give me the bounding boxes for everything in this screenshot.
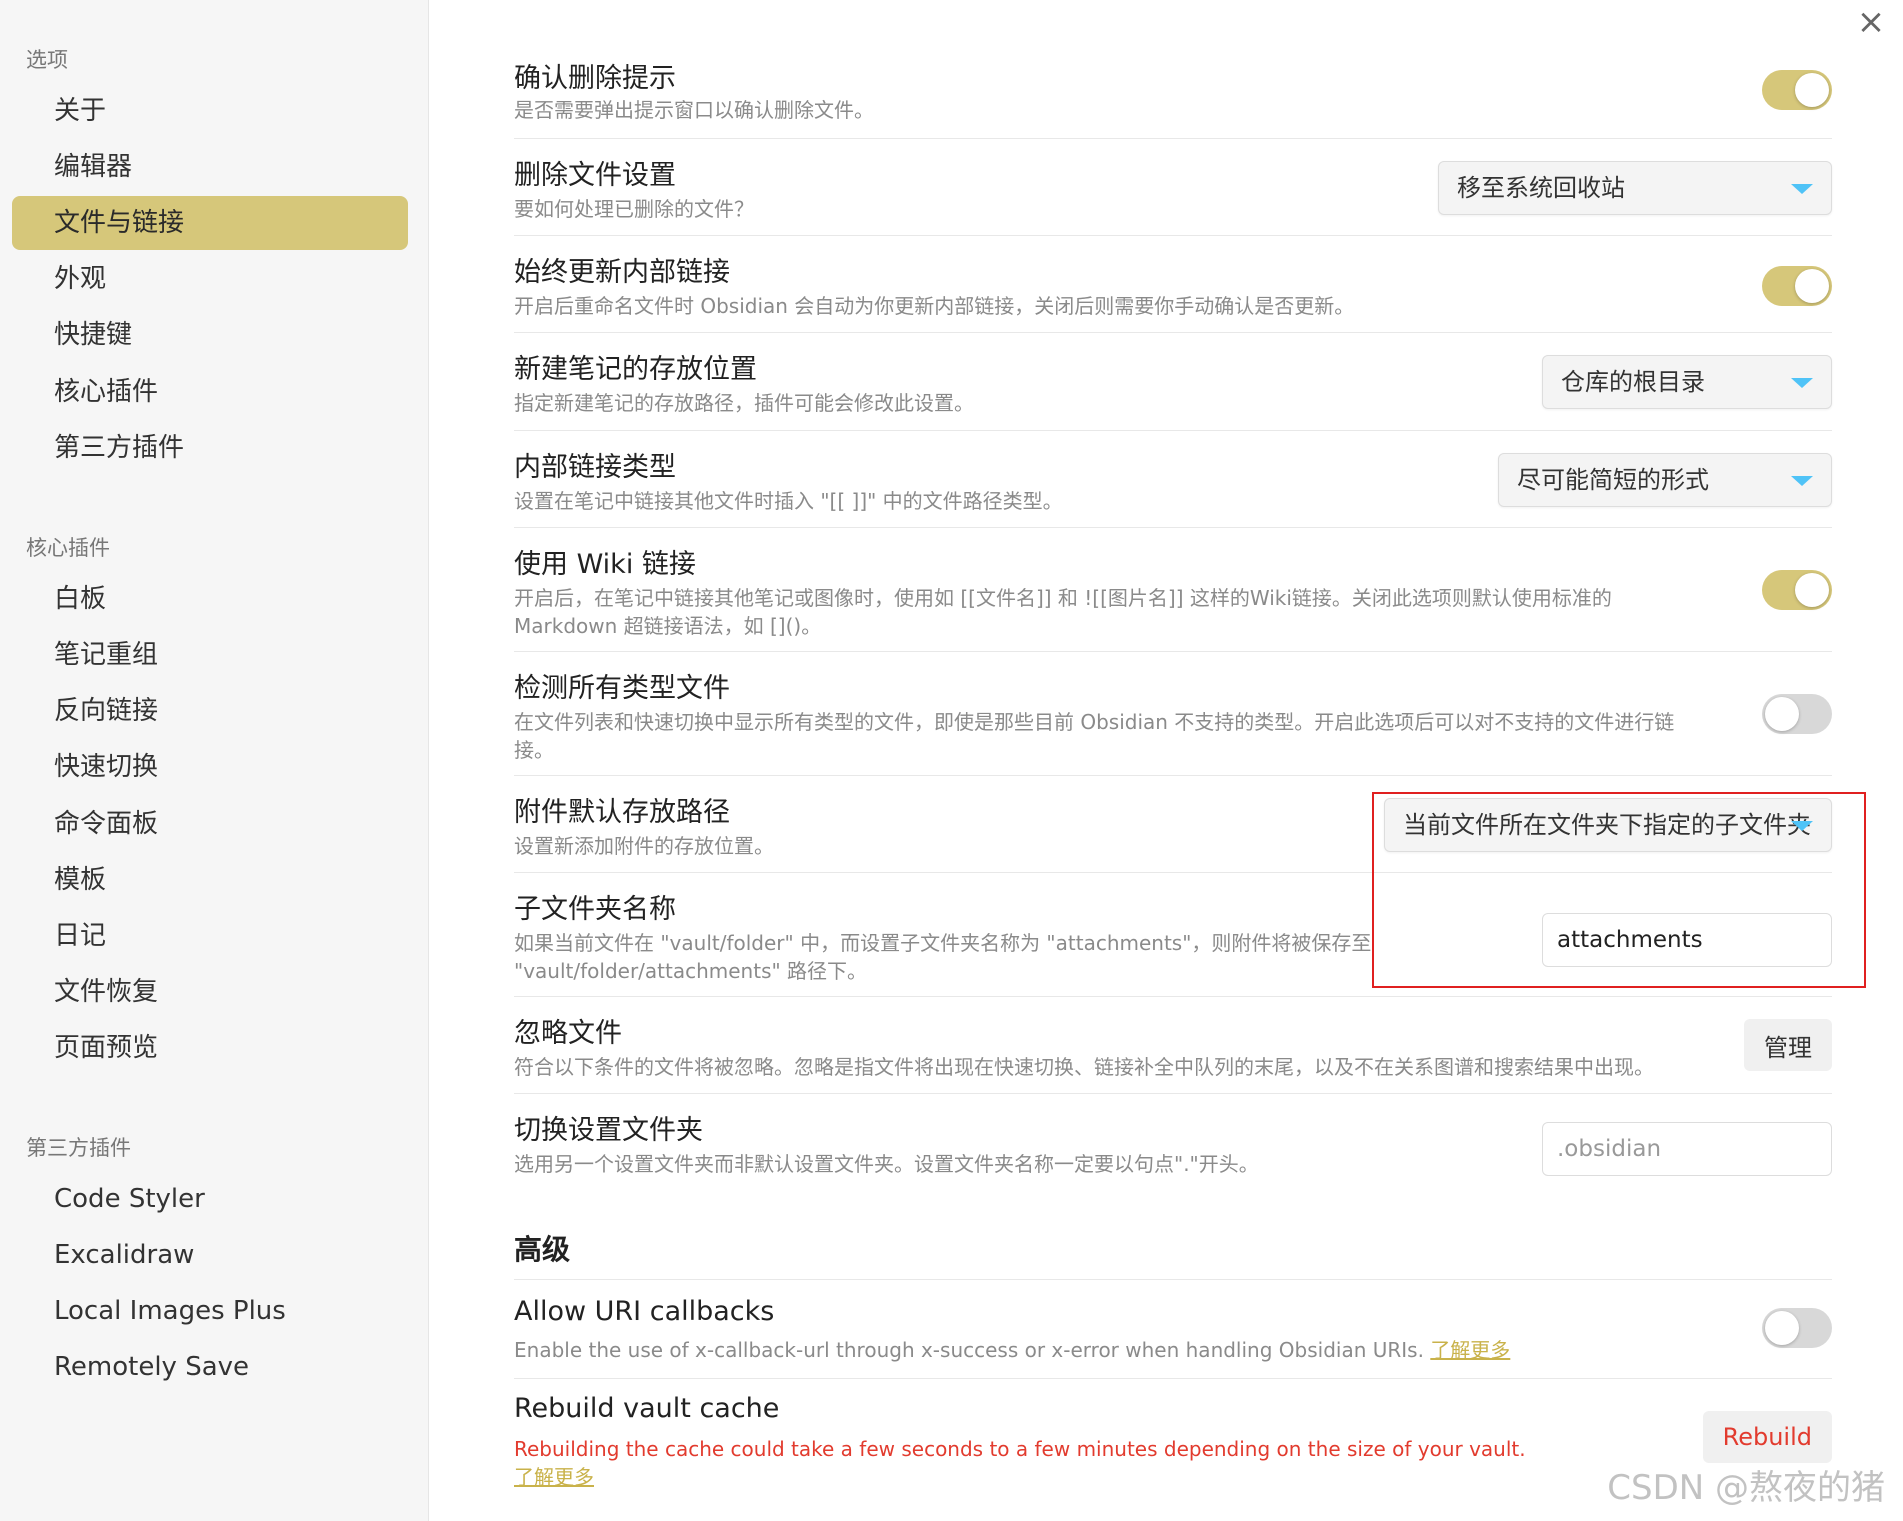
setting-ignore-files: 忽略文件 符合以下条件的文件将被忽略。忽略是指文件将出现在快速切换、链接补全中队… <box>514 997 1832 1094</box>
setting-description-text: Enable the use of x-callback-url through… <box>514 1338 1424 1362</box>
setting-subfolder-name: 子文件夹名称 如果当前文件在 "vault/folder" 中，而设置子文件夹名… <box>514 873 1832 997</box>
setting-title: 确认删除提示 <box>514 63 676 94</box>
sidebar-item-files-links[interactable]: 文件与链接 <box>12 196 408 250</box>
setting-description: Enable the use of x-callback-url through… <box>514 1336 1510 1364</box>
rebuild-cache-button[interactable]: Rebuild <box>1702 1411 1832 1463</box>
setting-description-link-line: 了解更多 <box>514 1463 594 1491</box>
setting-description: 设置新添加附件的存放位置。 <box>514 834 774 858</box>
setting-description-line1: 开启后，在笔记中链接其他笔记或图像时，使用如 [[文件名]] 和 ![[图片名]… <box>514 586 1612 610</box>
setting-description: 符合以下条件的文件将被忽略。忽略是指文件将出现在快速切换、链接补全中队列的末尾，… <box>514 1055 1654 1079</box>
sidebar-item-community-plugins[interactable]: 第三方插件 <box>12 421 408 475</box>
uri-callbacks-toggle[interactable] <box>1762 1308 1832 1348</box>
sidebar-item-quick-switcher[interactable]: 快速切换 <box>12 740 408 794</box>
sidebar-item-backlinks[interactable]: 反向链接 <box>12 684 408 738</box>
close-icon[interactable]: × <box>1851 2 1891 42</box>
setting-auto-update-links: 始终更新内部链接 开启后重命名文件时 Obsidian 会自动为你更新内部链接，… <box>514 236 1832 333</box>
sidebar-item-canvas[interactable]: 白板 <box>12 572 408 626</box>
confirm-delete-toggle[interactable] <box>1762 70 1832 110</box>
nav-group-title-community-plugins: 第三方插件 <box>26 1136 131 1160</box>
setting-wiki-links: 使用 Wiki 链接 开启后，在笔记中链接其他笔记或图像时，使用如 [[文件名]… <box>514 528 1832 652</box>
setting-title: Allow URI callbacks <box>514 1296 775 1327</box>
setting-description-line2: "vault/folder/attachments" 路径下。 <box>514 959 868 983</box>
setting-title: 内部链接类型 <box>514 452 676 483</box>
sidebar-item-daily-notes[interactable]: 日记 <box>12 909 408 963</box>
settings-content: × 确认删除提示 是否需要弹出提示窗口以确认删除文件。 删除文件设置 要如何处理… <box>430 0 1903 1521</box>
chevron-down-icon <box>1791 184 1813 194</box>
setting-description: 设置在笔记中链接其他文件时插入 "[[ ]]" 中的文件路径类型。 <box>514 489 1063 513</box>
settings-sidebar: 选项 关于 编辑器 文件与链接 外观 快捷键 核心插件 第三方插件 核心插件 白… <box>0 0 429 1521</box>
setting-warning-description: Rebuilding the cache could take a few se… <box>514 1437 1526 1461</box>
setting-title: 检测所有类型文件 <box>514 673 730 704</box>
setting-config-folder: 切换设置文件夹 选用另一个设置文件夹而非默认设置文件夹。设置文件夹名称一定要以句… <box>514 1094 1832 1191</box>
sidebar-item-about[interactable]: 关于 <box>12 84 408 138</box>
setting-title: 切换设置文件夹 <box>514 1115 703 1146</box>
new-note-location-dropdown[interactable]: 仓库的根目录 <box>1542 355 1832 409</box>
sidebar-item-code-styler[interactable]: Code Styler <box>12 1172 408 1226</box>
setting-title: 使用 Wiki 链接 <box>514 549 696 580</box>
setting-title: 附件默认存放路径 <box>514 797 730 828</box>
sidebar-item-editor[interactable]: 编辑器 <box>12 140 408 194</box>
sidebar-item-remotely-save[interactable]: Remotely Save <box>12 1340 408 1394</box>
setting-attachment-path: 附件默认存放路径 设置新添加附件的存放位置。 当前文件所在文件夹下指定的子文件夹 <box>514 776 1832 873</box>
setting-description: 要如何处理已删除的文件？ <box>514 197 754 221</box>
setting-description: 开启后重命名文件时 Obsidian 会自动为你更新内部链接，关闭后则需要你手动… <box>514 294 1355 318</box>
setting-link-type: 内部链接类型 设置在笔记中链接其他文件时插入 "[[ ]]" 中的文件路径类型。… <box>514 431 1832 528</box>
setting-description-line1: 在文件列表和快速切换中显示所有类型的文件，即使是那些目前 Obsidian 不支… <box>514 710 1675 734</box>
wiki-links-toggle[interactable] <box>1762 570 1832 610</box>
chevron-down-icon <box>1791 378 1813 388</box>
chevron-down-icon <box>1791 476 1813 486</box>
setting-description: 指定新建笔记的存放路径，插件可能会修改此设置。 <box>514 391 974 415</box>
delete-file-dropdown[interactable]: 移至系统回收站 <box>1438 161 1832 215</box>
setting-description: 选用另一个设置文件夹而非默认设置文件夹。设置文件夹名称一定要以句点"."开头。 <box>514 1152 1259 1176</box>
setting-title: 子文件夹名称 <box>514 894 676 925</box>
learn-more-link[interactable]: 了解更多 <box>1430 1338 1510 1362</box>
setting-title: 删除文件设置 <box>514 160 676 191</box>
setting-title: 始终更新内部链接 <box>514 257 730 288</box>
setting-uri-callbacks: Allow URI callbacks Enable the use of x-… <box>514 1280 1832 1379</box>
dropdown-value: 当前文件所在文件夹下指定的子文件夹 <box>1403 811 1811 839</box>
sidebar-item-file-recovery[interactable]: 文件恢复 <box>12 965 408 1019</box>
sidebar-item-page-preview[interactable]: 页面预览 <box>12 1021 408 1075</box>
subfolder-name-input[interactable] <box>1542 913 1832 967</box>
nav-group-title-core-plugins: 核心插件 <box>26 536 110 560</box>
section-heading-advanced: 高级 <box>514 1233 571 1266</box>
sidebar-item-appearance[interactable]: 外观 <box>12 252 408 306</box>
sidebar-item-core-plugins[interactable]: 核心插件 <box>12 365 408 419</box>
dropdown-value: 尽可能简短的形式 <box>1517 466 1709 494</box>
link-type-dropdown[interactable]: 尽可能简短的形式 <box>1498 453 1832 507</box>
setting-description-line2: 接。 <box>514 738 554 762</box>
setting-new-note-location: 新建笔记的存放位置 指定新建笔记的存放路径，插件可能会修改此设置。 仓库的根目录 <box>514 333 1832 431</box>
detect-all-files-toggle[interactable] <box>1762 694 1832 734</box>
setting-title: Rebuild vault cache <box>514 1393 780 1424</box>
sidebar-item-command-palette[interactable]: 命令面板 <box>12 797 408 851</box>
setting-description-line1: 如果当前文件在 "vault/folder" 中，而设置子文件夹名称为 "att… <box>514 931 1372 955</box>
setting-description-line2: Markdown 超链接语法，如 []()。 <box>514 614 822 638</box>
chevron-down-icon <box>1791 821 1813 831</box>
setting-detect-all-files: 检测所有类型文件 在文件列表和快速切换中显示所有类型的文件，即使是那些目前 Ob… <box>514 652 1832 776</box>
setting-description: 是否需要弹出提示窗口以确认删除文件。 <box>514 98 874 122</box>
setting-confirm-delete: 确认删除提示 是否需要弹出提示窗口以确认删除文件。 <box>514 50 1832 139</box>
attachment-path-dropdown[interactable]: 当前文件所在文件夹下指定的子文件夹 <box>1384 798 1832 852</box>
watermark: CSDN @熬夜的猪 <box>1607 1468 1885 1508</box>
sidebar-item-hotkeys[interactable]: 快捷键 <box>12 308 408 362</box>
sidebar-item-note-composer[interactable]: 笔记重组 <box>12 628 408 682</box>
auto-update-links-toggle[interactable] <box>1762 266 1832 306</box>
sidebar-item-templates[interactable]: 模板 <box>12 853 408 907</box>
setting-delete-file: 删除文件设置 要如何处理已删除的文件？ 移至系统回收站 <box>514 139 1832 236</box>
config-folder-input[interactable] <box>1542 1122 1832 1176</box>
setting-title: 新建笔记的存放位置 <box>514 354 757 385</box>
manage-ignore-button[interactable]: 管理 <box>1744 1019 1832 1071</box>
learn-more-link[interactable]: 了解更多 <box>514 1465 594 1489</box>
dropdown-value: 移至系统回收站 <box>1457 174 1625 202</box>
setting-title: 忽略文件 <box>514 1018 622 1049</box>
dropdown-value: 仓库的根目录 <box>1561 368 1705 396</box>
sidebar-item-local-images-plus[interactable]: Local Images Plus <box>12 1284 408 1338</box>
nav-group-title-options: 选项 <box>26 48 68 72</box>
sidebar-item-excalidraw[interactable]: Excalidraw <box>12 1228 408 1282</box>
